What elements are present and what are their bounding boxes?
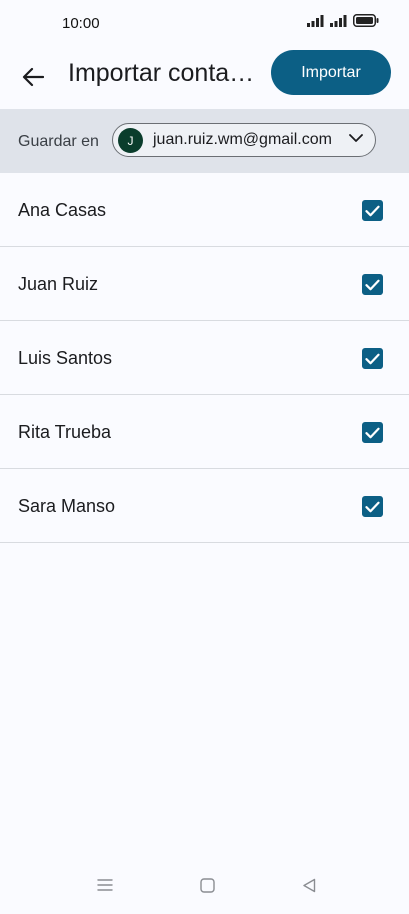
battery-icon <box>353 14 379 27</box>
arrow-left-icon <box>22 67 44 87</box>
list-item[interactable]: Ana Casas <box>0 173 409 247</box>
contact-name: Ana Casas <box>18 200 107 220</box>
back-button[interactable] <box>14 58 52 96</box>
list-item[interactable]: Juan Ruiz <box>0 247 409 321</box>
status-bar: 10:00 <box>0 0 409 46</box>
signal-icon <box>307 14 324 27</box>
contact-checkbox[interactable] <box>362 422 383 443</box>
check-icon <box>365 205 380 216</box>
contact-checkbox[interactable] <box>362 348 383 369</box>
contact-checkbox[interactable] <box>362 274 383 295</box>
status-icons <box>307 14 379 27</box>
account-email: juan.ruiz.wm@gmail.com <box>153 131 332 148</box>
contact-list: Ana Casas Juan Ruiz Luis Santos Rita Tru… <box>0 173 409 543</box>
home-icon <box>200 878 215 893</box>
list-item[interactable]: Rita Trueba <box>0 395 409 469</box>
check-icon <box>365 353 380 364</box>
signal-icon <box>330 14 347 27</box>
list-item[interactable]: Sara Manso <box>0 469 409 543</box>
status-time: 10:00 <box>62 15 100 32</box>
contact-name: Luis Santos <box>18 348 113 368</box>
contact-name: Rita Trueba <box>18 422 112 442</box>
recents-button[interactable] <box>97 878 113 897</box>
system-nav-bar <box>0 868 409 908</box>
page-title: Importar conta… <box>68 59 255 87</box>
check-icon <box>365 427 380 438</box>
contact-name: Sara Manso <box>18 496 116 516</box>
import-button[interactable]: Importar <box>271 50 391 95</box>
back-triangle-icon <box>303 878 316 893</box>
contact-checkbox[interactable] <box>362 200 383 221</box>
system-back-button[interactable] <box>302 878 316 898</box>
avatar: J <box>118 128 143 153</box>
contact-name: Juan Ruiz <box>18 274 99 294</box>
save-in-bar: Guardar en J juan.ruiz.wm@gmail.com <box>0 109 409 173</box>
chevron-down-icon <box>349 134 363 142</box>
account-selector[interactable]: J juan.ruiz.wm@gmail.com <box>112 123 376 157</box>
home-button[interactable] <box>200 878 215 898</box>
check-icon <box>365 279 380 290</box>
check-icon <box>365 501 380 512</box>
contact-checkbox[interactable] <box>362 496 383 517</box>
list-item[interactable]: Luis Santos <box>0 321 409 395</box>
save-in-label: Guardar en <box>18 133 99 150</box>
app-bar: Importar conta… Importar <box>0 46 409 108</box>
menu-icon <box>97 879 113 891</box>
